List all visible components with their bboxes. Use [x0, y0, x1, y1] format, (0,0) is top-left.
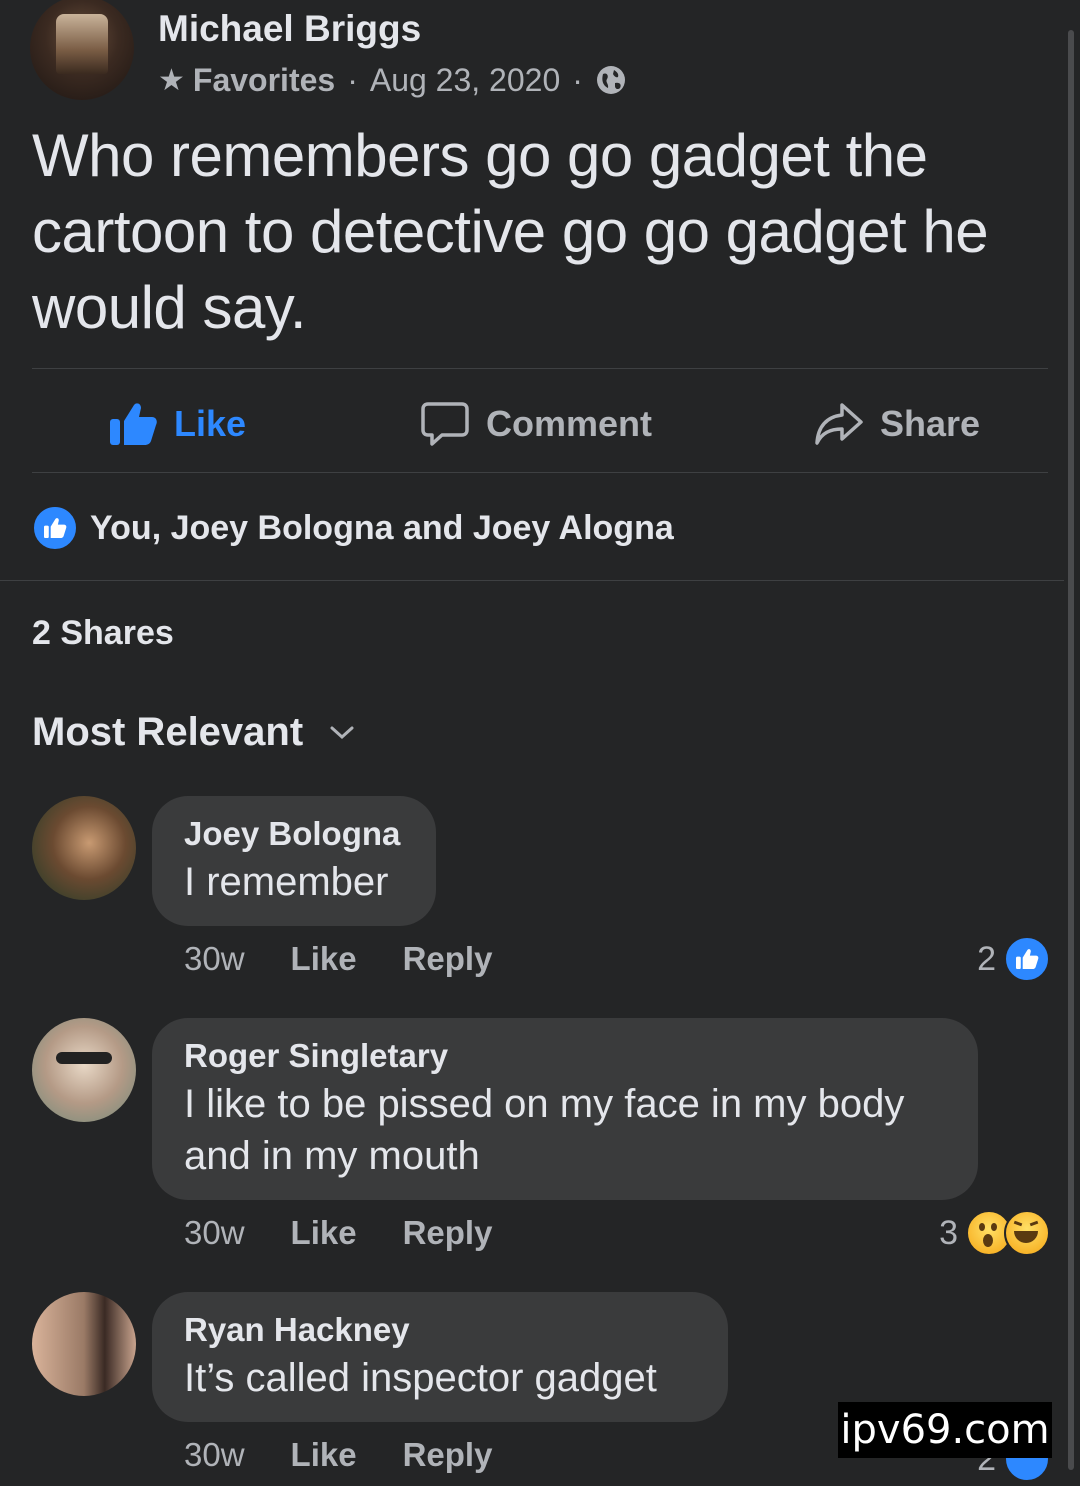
- comment-sort-dropdown[interactable]: Most Relevant: [32, 710, 355, 755]
- share-label: Share: [880, 403, 981, 444]
- chevron-down-icon: [330, 726, 354, 739]
- commenter-avatar[interactable]: [32, 1018, 136, 1122]
- share-icon: [815, 403, 863, 445]
- like-badge-icon: [32, 505, 78, 551]
- comment-age[interactable]: 30w: [184, 1214, 245, 1252]
- comment-author[interactable]: Ryan Hackney: [184, 1308, 696, 1352]
- comment-button[interactable]: Comment: [420, 392, 652, 456]
- comment-text: I remember: [184, 860, 389, 904]
- comment-bubble: Ryan Hackney It’s called inspector gadge…: [152, 1292, 728, 1422]
- like-button[interactable]: Like: [108, 392, 246, 456]
- commenter-avatar[interactable]: [32, 796, 136, 900]
- author-avatar[interactable]: [30, 0, 134, 100]
- comment-reaction-count[interactable]: 2: [977, 936, 1050, 982]
- reactions-summary[interactable]: You, Joey Bologna and Joey Alogna: [32, 505, 674, 551]
- sort-label: Most Relevant: [32, 710, 304, 754]
- thumbs-up-icon: [110, 403, 157, 445]
- divider-top: [32, 368, 1048, 369]
- comment-bubble: Joey Bologna I remember: [152, 796, 436, 926]
- audience-label: Favorites: [192, 61, 336, 98]
- author-name[interactable]: Michael Briggs: [158, 8, 421, 50]
- comment-like-button[interactable]: Like: [291, 1436, 357, 1474]
- shares-count[interactable]: 2 Shares: [32, 614, 174, 653]
- divider-actions: [32, 472, 1048, 473]
- share-button[interactable]: Share: [814, 392, 980, 456]
- comment-like-button[interactable]: Like: [291, 1214, 357, 1252]
- comment-reply-button[interactable]: Reply: [403, 1436, 493, 1474]
- comment-reply-button[interactable]: Reply: [403, 940, 493, 978]
- comment-reply-button[interactable]: Reply: [403, 1214, 493, 1252]
- comment-like-button[interactable]: Like: [291, 940, 357, 978]
- comment-reaction-count[interactable]: 3: [939, 1210, 1050, 1256]
- comment-actions: 30w Like Reply: [184, 1436, 492, 1474]
- like-icon: [1004, 936, 1050, 982]
- comment-text: I like to be pissed on my face in my bod…: [184, 1082, 905, 1178]
- watermark: ipv69.com: [838, 1402, 1052, 1458]
- comment-age[interactable]: 30w: [184, 940, 245, 978]
- star-icon: ★: [158, 63, 185, 97]
- reactions-names: You, Joey Bologna and Joey Alogna: [90, 508, 674, 547]
- comment-bubble: Roger Singletary I like to be pissed on …: [152, 1018, 978, 1200]
- like-label: Like: [174, 403, 247, 444]
- reaction-count: 3: [939, 1213, 958, 1252]
- haha-emoji-icon: [1004, 1210, 1050, 1256]
- commenter-avatar[interactable]: [32, 1292, 136, 1396]
- scrollbar[interactable]: [1068, 30, 1074, 1470]
- comment-label: Comment: [486, 403, 653, 444]
- comment-actions: 30w Like Reply: [184, 1214, 492, 1252]
- divider-full: [0, 580, 1064, 581]
- comment-author[interactable]: Roger Singletary: [184, 1034, 946, 1078]
- comment-text: It’s called inspector gadget: [184, 1356, 657, 1400]
- globe-icon: [596, 66, 625, 94]
- comment-icon: [421, 402, 469, 446]
- post-text: Who remembers go go gadget the cartoon t…: [32, 122, 989, 341]
- post-meta: ★ Favorites · Aug 23, 2020 ·: [158, 60, 627, 100]
- meta-separator-2: ·: [572, 61, 583, 98]
- comment-author[interactable]: Joey Bologna: [184, 812, 404, 856]
- post-date[interactable]: Aug 23, 2020: [370, 62, 560, 99]
- meta-separator: ·: [347, 61, 358, 98]
- comment-actions: 30w Like Reply: [184, 940, 492, 978]
- comment-age[interactable]: 30w: [184, 1436, 245, 1474]
- reaction-count: 2: [977, 939, 996, 978]
